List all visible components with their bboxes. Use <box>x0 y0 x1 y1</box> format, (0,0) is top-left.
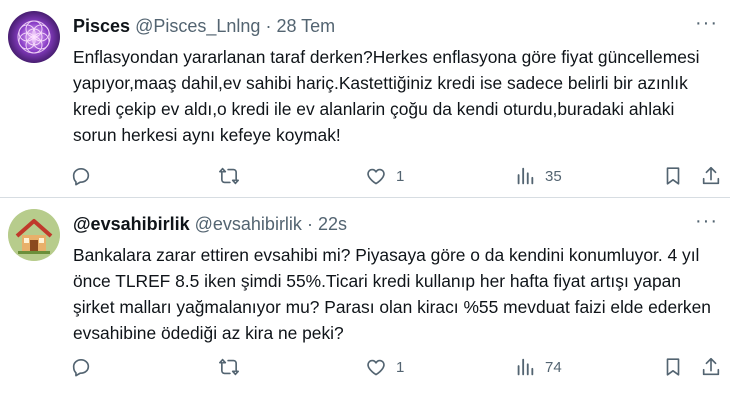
tweet[interactable]: @evsahibirlik @evsahibirlik · 22s ··· Ba… <box>0 198 730 420</box>
like-count: 1 <box>396 167 405 185</box>
tweet[interactable]: Pisces @Pisces_Lnlng · 28 Tem ··· Enflas… <box>0 0 730 198</box>
analytics-icon <box>517 358 534 376</box>
house-avatar-icon <box>8 209 60 261</box>
display-name[interactable]: Pisces <box>73 16 130 36</box>
view-count: 35 <box>545 167 562 185</box>
reply-button[interactable] <box>70 164 92 188</box>
tweet-header: Pisces @Pisces_Lnlng · 28 Tem <box>73 14 335 38</box>
more-icon[interactable]: ··· <box>695 211 718 231</box>
analytics-icon <box>517 167 534 185</box>
retweet-icon <box>219 167 239 185</box>
separator: · <box>265 16 272 36</box>
share-icon <box>702 357 720 376</box>
bookmark-icon <box>666 167 680 185</box>
bookmark-icon <box>666 358 680 376</box>
display-name[interactable]: @evsahibirlik <box>73 214 190 234</box>
heart-icon <box>367 168 385 185</box>
more-icon[interactable]: ··· <box>695 13 718 33</box>
handle[interactable]: @Pisces_Lnlng <box>135 16 260 36</box>
share-icon <box>702 166 720 185</box>
reply-icon <box>72 168 90 186</box>
bookmark-button[interactable] <box>662 355 684 379</box>
reply-button[interactable] <box>70 355 92 379</box>
heart-icon <box>367 359 385 376</box>
handle[interactable]: @evsahibirlik <box>195 214 302 234</box>
views-button[interactable]: 74 <box>514 355 562 379</box>
like-count: 1 <box>396 358 405 376</box>
share-button[interactable] <box>700 355 722 379</box>
timestamp[interactable]: 28 Tem <box>276 16 335 36</box>
views-button[interactable]: 35 <box>514 164 562 188</box>
action-bar: 1 74 <box>0 355 730 379</box>
tweet-header: @evsahibirlik @evsahibirlik · 22s <box>73 212 347 236</box>
bookmark-button[interactable] <box>662 164 684 188</box>
retweet-icon <box>219 358 239 376</box>
reply-icon <box>72 359 90 377</box>
avatar[interactable] <box>8 11 60 63</box>
share-button[interactable] <box>700 164 722 188</box>
avatar[interactable] <box>8 209 60 261</box>
retweet-button[interactable] <box>218 164 240 188</box>
retweet-button[interactable] <box>218 355 240 379</box>
tweet-text: Bankalara zarar ettiren evsahibi mi? Piy… <box>73 245 716 343</box>
like-button[interactable]: 1 <box>365 355 404 379</box>
tweet-text: Enflasyondan yararlanan taraf derken?Her… <box>73 47 705 145</box>
action-bar: 1 35 <box>0 164 730 188</box>
purple-flower-of-life-avatar-icon <box>8 11 60 63</box>
view-count: 74 <box>545 358 562 376</box>
timestamp[interactable]: 22s <box>318 214 347 234</box>
separator: · <box>306 214 313 234</box>
like-button[interactable]: 1 <box>365 164 404 188</box>
